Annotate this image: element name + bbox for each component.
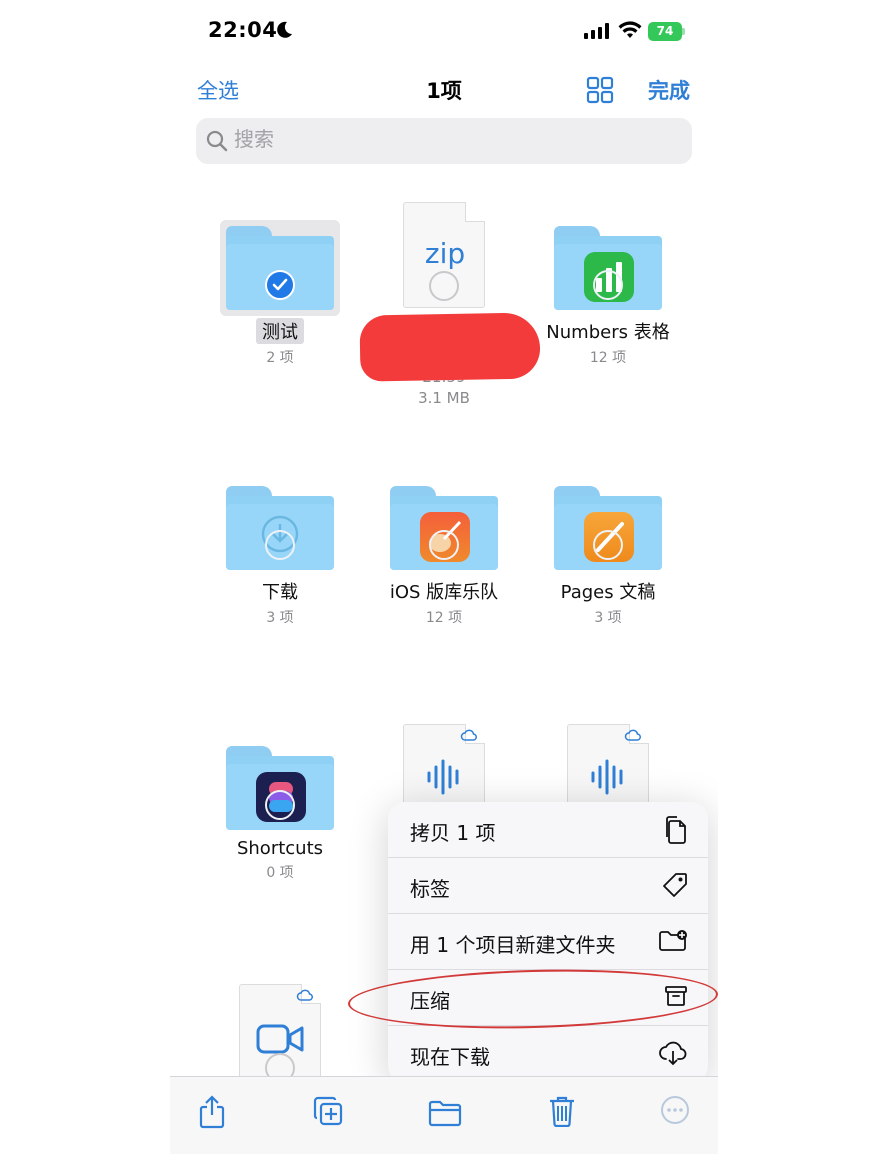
bottom-toolbar xyxy=(170,1076,718,1154)
folder-icon xyxy=(220,220,340,316)
cloud-download-icon xyxy=(659,1041,687,1066)
search-icon xyxy=(206,130,228,152)
waveform-icon xyxy=(591,759,623,795)
duplicate-icon[interactable] xyxy=(312,1095,344,1127)
zip-badge: zip xyxy=(424,237,466,270)
item-size: 3.1 MB xyxy=(418,389,470,407)
item-name: iOS 版库乐队 xyxy=(389,582,499,603)
copy-icon xyxy=(666,816,686,844)
video-camera-icon xyxy=(256,1024,304,1054)
share-icon[interactable] xyxy=(198,1095,226,1129)
menu-item-label: 用 1 个项目新建文件夹 xyxy=(410,933,616,957)
page-title: 1项 xyxy=(426,79,462,103)
item-count: 12 项 xyxy=(589,350,627,366)
pages-folder-icon xyxy=(554,486,662,570)
item-count: 0 项 xyxy=(266,865,294,881)
redaction-mark xyxy=(359,312,541,382)
menu-item-label: 压缩 xyxy=(410,989,450,1013)
file-item-video[interactable] xyxy=(239,984,321,1090)
tag-icon xyxy=(663,873,687,897)
cloud-icon xyxy=(624,729,641,741)
files-screen: 22:04 74 全选 1项 完成 搜索 测试 2 项 zip 3.1 MB N… xyxy=(170,0,718,1154)
battery-tip xyxy=(682,28,685,35)
item-name: Shortcuts xyxy=(236,838,324,859)
moon-icon xyxy=(277,21,292,38)
garageband-folder-icon xyxy=(390,486,498,570)
battery-indicator: 74 xyxy=(648,22,682,41)
item-name: 下载 xyxy=(262,582,298,603)
file-item-downloads[interactable]: 下载 3 项 xyxy=(200,486,360,627)
menu-item-label: 标签 xyxy=(410,877,450,901)
new-folder-icon xyxy=(659,930,687,951)
item-count: 3 项 xyxy=(594,610,622,626)
file-item-test-folder[interactable]: 测试 2 项 xyxy=(200,220,360,367)
file-item-numbers[interactable]: Numbers 表格 12 项 xyxy=(528,226,688,367)
downloads-folder-icon xyxy=(226,486,334,570)
status-time: 22:04 xyxy=(208,18,278,42)
video-file-icon xyxy=(239,984,321,1090)
waveform-icon xyxy=(427,759,459,795)
item-count: 12 项 xyxy=(425,610,463,626)
menu-item-label: 现在下载 xyxy=(410,1045,490,1069)
shortcuts-folder-icon xyxy=(226,746,334,830)
item-count: 2 项 xyxy=(266,350,294,366)
item-count: 3 项 xyxy=(266,610,294,626)
grid-view-icon[interactable] xyxy=(586,76,614,104)
menu-item-download-now[interactable]: 现在下载 xyxy=(388,1026,708,1082)
checkmark-icon xyxy=(265,270,295,300)
item-name: 测试 xyxy=(256,318,304,344)
done-button[interactable]: 完成 xyxy=(648,75,690,105)
menu-item-tags[interactable]: 标签 xyxy=(388,858,708,914)
menu-item-copy[interactable]: 拷贝 1 项 xyxy=(388,802,708,858)
context-menu: 拷贝 1 项 标签 用 1 个项目新建文件夹 压缩 现在下载 xyxy=(388,802,708,1082)
zip-file-icon: zip xyxy=(403,202,485,308)
menu-item-compress[interactable]: 压缩 xyxy=(388,970,708,1026)
file-item-pages[interactable]: Pages 文稿 3 项 xyxy=(528,486,688,627)
file-item-garageband[interactable]: iOS 版库乐队 12 项 xyxy=(364,486,524,627)
item-name: Numbers 表格 xyxy=(546,322,670,343)
more-icon[interactable] xyxy=(660,1095,690,1125)
cellular-signal-icon xyxy=(584,23,609,39)
item-name: Pages 文稿 xyxy=(560,582,656,603)
numbers-folder-icon xyxy=(554,226,662,310)
search-input[interactable] xyxy=(234,127,654,151)
trash-icon[interactable] xyxy=(548,1095,576,1127)
wifi-icon xyxy=(618,21,642,38)
search-bar[interactable] xyxy=(196,118,692,164)
cloud-icon xyxy=(460,729,477,741)
file-item-shortcuts[interactable]: Shortcuts 0 项 xyxy=(200,746,360,882)
menu-item-new-folder[interactable]: 用 1 个项目新建文件夹 xyxy=(388,914,708,970)
archive-icon xyxy=(665,986,687,1006)
folder-icon[interactable] xyxy=(428,1099,462,1127)
menu-item-label: 拷贝 1 项 xyxy=(410,821,496,845)
cloud-icon xyxy=(296,989,313,1001)
